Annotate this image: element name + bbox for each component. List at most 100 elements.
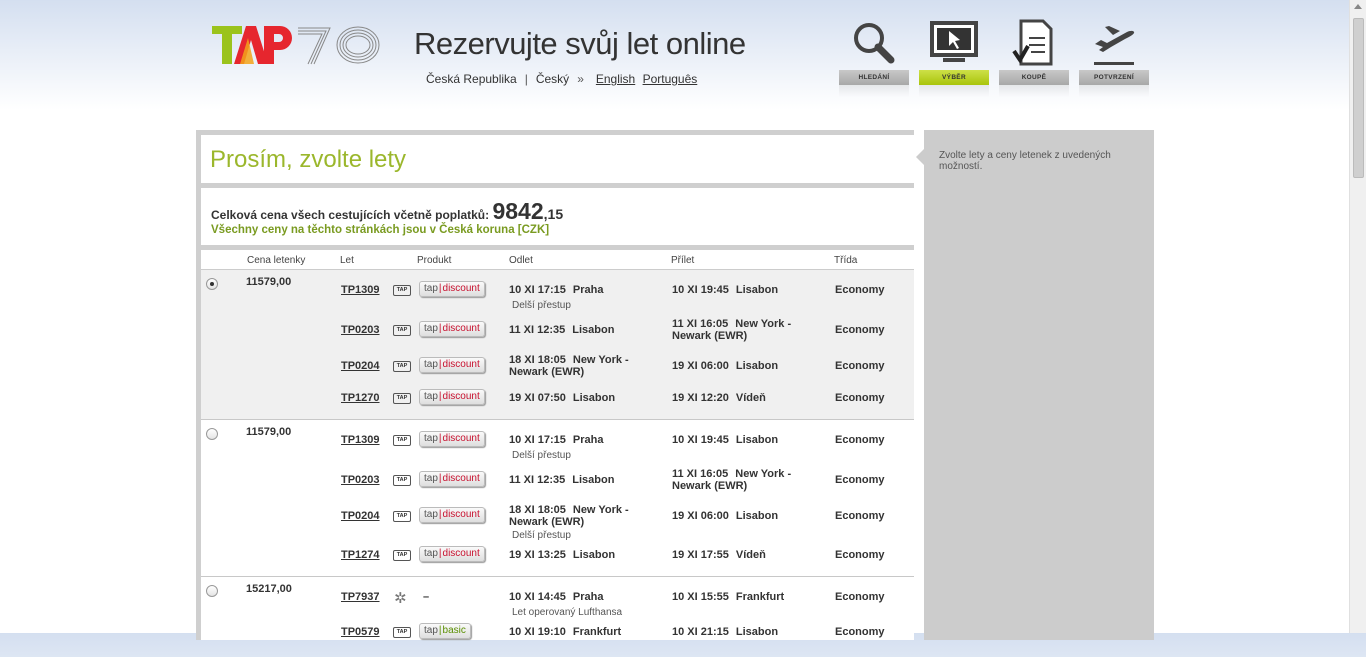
flight-number-link[interactable]: TP1309 [341, 434, 380, 446]
flight-segment: TP1309 TAP tap|discount 10 XI 17:15 Praha… [201, 431, 914, 451]
departure: 10 XI 19:10 Frankfurt [509, 626, 622, 638]
flight-segment: TP0204 TAP tap|discount 18 XI 18:05 New Y… [201, 354, 914, 378]
column-header: Cena letenky [247, 255, 306, 266]
tap-carrier-icon: TAP [393, 550, 411, 561]
product-badge[interactable]: tap|discount [419, 507, 485, 523]
column-header: Odlet [509, 255, 533, 266]
flight-segment: TP1309 TAP tap|discount 10 XI 17:15 Praha… [201, 281, 914, 301]
currency-note: Všechny ceny na těchto stránkách jsou v … [211, 224, 550, 236]
tap-carrier-icon: TAP [393, 393, 411, 404]
product-none: – [423, 591, 430, 603]
travel-class: Economy [835, 392, 885, 404]
scrollbar-thumb[interactable] [1353, 18, 1364, 178]
tap-carrier-icon: TAP [393, 475, 411, 486]
step-confirmation: POTVRZENÍ [1078, 18, 1150, 98]
total-price: 9842 [492, 198, 544, 224]
arrival: 11 XI 16:05 New York - Newark (EWR) [672, 318, 792, 342]
step-search: HLEDÁNÍ [838, 18, 910, 98]
total-price-line: Celková cena všech cestujících včetně po… [211, 198, 563, 225]
language-link-portugues[interactable]: Português [643, 72, 698, 86]
separator: | [524, 72, 528, 86]
total-label: Celková cena všech cestujících včetně po… [211, 208, 490, 222]
flight-number-link[interactable]: TP0579 [341, 626, 380, 638]
arrival: 19 XI 12:20 Vídeň [672, 392, 766, 404]
column-header: Produkt [417, 255, 452, 266]
flight-segment: TP1270 TAP tap|discount 19 XI 07:50 Lisab… [201, 389, 914, 409]
tap-70-logo[interactable] [212, 24, 382, 68]
product-badge[interactable]: tap|discount [419, 546, 485, 562]
segment-note: Delší přestup [512, 450, 571, 461]
scroll-up-icon[interactable] [1354, 4, 1362, 9]
country-label: Česká Republika [426, 72, 517, 86]
flight-number-link[interactable]: TP7937 [341, 591, 380, 603]
segment-note: Let operovaný Lufthansa [512, 607, 623, 618]
flight-option[interactable]: 15217,00 TP7937 ✲ – 10 XI 14:45 Praha 10 … [201, 577, 914, 657]
sidebar-help-text: Zvolte lety a ceny letenek z uvedených m… [939, 150, 1111, 172]
product-badge[interactable]: tap|basic [419, 623, 471, 639]
step-selection: VÝBĚR [918, 18, 990, 98]
flight-segment: TP0203 TAP tap|discount 11 XI 12:35 Lisab… [201, 318, 914, 342]
travel-class: Economy [835, 474, 885, 486]
travel-class: Economy [835, 591, 885, 603]
product-badge[interactable]: tap|discount [419, 431, 485, 447]
language-link-english[interactable]: English [596, 72, 635, 86]
departure: 18 XI 18:05 New York - Newark (EWR) [509, 504, 629, 528]
flight-number-link[interactable]: TP0203 [341, 324, 380, 336]
flight-number-link[interactable]: TP1309 [341, 284, 380, 296]
main-content: Prosím, zvolte lety Celková cena všech c… [196, 130, 914, 640]
arrival: 19 XI 06:00 Lisabon [672, 510, 779, 522]
vertical-scrollbar[interactable] [1349, 0, 1366, 633]
total-price-cents: ,15 [543, 206, 564, 222]
flight-number-link[interactable]: TP0204 [341, 360, 380, 372]
arrow-separator: » [577, 72, 584, 86]
segment-note: Delší přestup [512, 300, 571, 311]
step-label: POTVRZENÍ [1079, 70, 1149, 85]
flight-segment: TP0204 TAP tap|discount 18 XI 18:05 New Y… [201, 504, 914, 528]
travel-class: Economy [835, 549, 885, 561]
departure: 10 XI 14:45 Praha [509, 591, 604, 603]
product-badge[interactable]: tap|discount [419, 281, 485, 297]
travel-class: Economy [835, 434, 885, 446]
language-bar: Česká Republika | Český » English Português [426, 72, 697, 86]
plane-icon [1094, 26, 1135, 65]
flight-options-table: Cena letenky Let Produkt Odlet Přílet Tř… [196, 250, 914, 640]
product-badge[interactable]: tap|discount [419, 321, 485, 337]
product-badge[interactable]: tap|discount [419, 357, 485, 373]
step-label: KOUPĚ [999, 70, 1069, 85]
flight-option[interactable]: 11579,00 TP1309 TAP tap|discount 10 XI 1… [201, 270, 914, 420]
step-purchase: KOUPĚ [998, 18, 1070, 98]
travel-class: Economy [835, 284, 885, 296]
step-label: VÝBĚR [919, 70, 989, 85]
tap-carrier-icon: TAP [393, 361, 411, 372]
tap-carrier-icon: TAP [393, 285, 411, 296]
departure: 10 XI 17:15 Praha [509, 284, 604, 296]
departure: 11 XI 12:35 Lisabon [509, 474, 615, 486]
travel-class: Economy [835, 324, 885, 336]
info-sidebar: Zvolte lety a ceny letenek z uvedených m… [916, 130, 1154, 640]
flight-number-link[interactable]: TP0204 [341, 510, 380, 522]
arrival: 19 XI 17:55 Vídeň [672, 549, 766, 561]
product-badge[interactable]: tap|discount [419, 389, 485, 405]
column-header: Třída [834, 255, 858, 266]
flight-number-link[interactable]: TP1274 [341, 549, 380, 561]
departure: 19 XI 07:50 Lisabon [509, 392, 616, 404]
travel-class: Economy [835, 360, 885, 372]
language-current: Český [535, 72, 570, 86]
title-box: Prosím, zvolte lety [196, 130, 914, 188]
flight-segment: TP0579 TAP tap|basic 10 XI 19:10 Frankfur… [201, 623, 914, 643]
flight-number-link[interactable]: TP1270 [341, 392, 380, 404]
arrival: 10 XI 19:45 Lisabon [672, 284, 779, 296]
product-badge[interactable]: tap|discount [419, 471, 485, 487]
arrival: 11 XI 16:05 New York - Newark (EWR) [672, 468, 792, 492]
flight-segment: TP1274 TAP tap|discount 19 XI 13:25 Lisab… [201, 546, 914, 566]
column-header: Přílet [671, 255, 695, 266]
travel-class: Economy [835, 510, 885, 522]
flight-number-link[interactable]: TP0203 [341, 474, 380, 486]
total-price-box: Celková cena všech cestujících včetně po… [196, 188, 914, 250]
page-headline: Rezervujte svůj let online [414, 26, 746, 61]
departure: 11 XI 12:35 Lisabon [509, 324, 615, 336]
travel-class: Economy [835, 626, 885, 638]
flight-option[interactable]: 11579,00 TP1309 TAP tap|discount 10 XI 1… [201, 420, 914, 577]
step-label: HLEDÁNÍ [839, 70, 909, 85]
tap-carrier-icon: TAP [393, 511, 411, 522]
